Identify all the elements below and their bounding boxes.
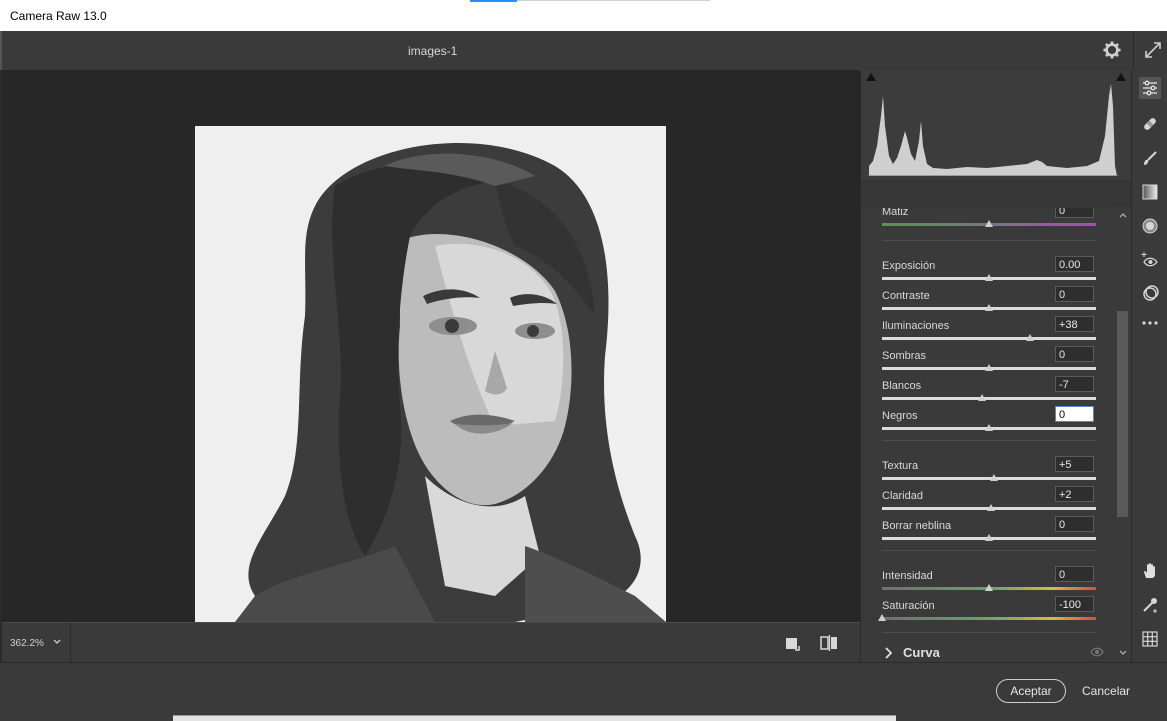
basic-adjustments-panel: Matiz 0 Exposición 0.00 Contraste 0 Iluminac… [861, 180, 1131, 662]
edit-sliders-icon[interactable] [1139, 77, 1161, 99]
slider-row-saturación[interactable]: Saturación -100 [878, 596, 1096, 630]
slider-label: Saturación [882, 600, 935, 612]
slider-label: Iluminaciones [882, 320, 950, 332]
slider-label: Textura [882, 460, 919, 472]
panel-separator [882, 550, 1096, 551]
slider-thumb[interactable] [985, 424, 993, 431]
eye-icon[interactable] [1090, 647, 1104, 657]
slider-row-borrar-neblina[interactable]: Borrar neblina 0 [882, 516, 1096, 550]
slider-label: Blancos [882, 380, 922, 392]
radial-filter-icon[interactable] [1139, 215, 1161, 237]
window-titlebar: Camera Raw 13.0 [0, 0, 1167, 31]
titlebar-divider [517, 0, 710, 1]
chevron-down-icon [53, 639, 61, 644]
section-curva[interactable]: Curva [861, 643, 1116, 662]
chevron-right-icon [885, 647, 893, 659]
header-divider [1133, 31, 1134, 70]
dialog-footer: Aceptar Cancelar [0, 662, 1167, 721]
section-label: Curva [903, 645, 940, 660]
slider-thumb[interactable] [985, 304, 993, 311]
slider-value-input[interactable]: 0 [1055, 566, 1094, 582]
portrait-image [195, 126, 666, 622]
slider-track[interactable] [882, 397, 1096, 400]
slider-value-input[interactable]: +5 [1055, 456, 1094, 472]
brush-icon[interactable] [1139, 147, 1161, 169]
slider-label: Claridad [882, 490, 923, 502]
slider-thumb[interactable] [978, 394, 986, 401]
slider-label: Sombras [882, 350, 927, 362]
scrollbar-thumb[interactable] [1117, 311, 1128, 517]
cancel-button[interactable]: Cancelar [1082, 679, 1142, 703]
histogram-plot [867, 84, 1119, 176]
slider-value-input[interactable]: +2 [1055, 486, 1094, 502]
slider-thumb[interactable] [985, 584, 993, 591]
file-name: images-1 [408, 44, 458, 58]
slider-track[interactable] [882, 617, 1096, 620]
slider-thumb[interactable] [878, 614, 886, 621]
panel-separator [882, 240, 1096, 241]
slider-row-negros[interactable]: Negros 0 [882, 406, 1096, 440]
scroll-down-icon[interactable] [1118, 649, 1128, 657]
slider-label: Negros [882, 410, 918, 422]
panel-top-cover [861, 180, 1131, 208]
highlight-clipping-icon[interactable] [1115, 72, 1127, 82]
slider-label: Intensidad [882, 570, 933, 582]
panel-scrollbar[interactable] [1115, 207, 1131, 662]
panel-separator [882, 632, 1096, 633]
slider-value-input[interactable]: -100 [1055, 596, 1094, 612]
image-canvas[interactable] [2, 70, 860, 622]
single-view-icon[interactable] [783, 633, 803, 653]
zoom-selector[interactable]: 362.2% [2, 623, 71, 663]
shadow-clipping-icon[interactable] [865, 72, 877, 82]
histogram [861, 70, 1131, 180]
slider-label: Exposición [882, 260, 936, 272]
slider-value-input[interactable]: -7 [1055, 376, 1094, 392]
fullscreen-icon[interactable] [1143, 40, 1163, 60]
gear-icon[interactable] [1103, 41, 1121, 59]
more-icon[interactable] [1139, 312, 1161, 334]
photo-preview [195, 126, 666, 622]
panel-separator [882, 440, 1096, 441]
slider-thumb[interactable] [985, 220, 993, 227]
slider-thumb[interactable] [985, 364, 993, 371]
slider-label: Contraste [882, 290, 930, 302]
slider-thumb[interactable] [1026, 334, 1034, 341]
editor-header: images-1 [0, 31, 1167, 70]
slider-value-input[interactable]: 0 [1055, 286, 1094, 302]
before-after-icon[interactable] [819, 633, 839, 653]
slider-thumb[interactable] [987, 504, 995, 511]
tools-sidebar [1131, 70, 1167, 662]
slider-thumb[interactable] [985, 534, 993, 541]
slider-track[interactable] [882, 477, 1096, 480]
red-eye-icon[interactable] [1139, 249, 1161, 271]
grid-icon[interactable] [1139, 628, 1161, 650]
slider-value-input[interactable]: 0 [1055, 346, 1094, 362]
zoom-value: 362.2% [10, 638, 44, 649]
background-window-edge [173, 715, 896, 721]
slider-value-input[interactable]: 0 [1055, 406, 1094, 422]
slider-value-input[interactable]: 0.00 [1055, 256, 1094, 272]
canvas-bottom-bar: 362.2% [2, 622, 860, 663]
slider-value-input[interactable]: 0 [1055, 516, 1094, 532]
slider-thumb[interactable] [985, 274, 993, 281]
slider-track[interactable] [882, 337, 1096, 340]
slider-thumb[interactable] [990, 474, 998, 481]
color-sampler-icon[interactable] [1139, 594, 1161, 616]
slider-label: Borrar neblina [882, 520, 952, 532]
gradient-icon[interactable] [1139, 181, 1161, 203]
scroll-up-icon[interactable] [1118, 211, 1128, 219]
slider-row-matiz[interactable]: Matiz 0 [882, 202, 1096, 236]
hand-icon[interactable] [1139, 560, 1161, 582]
slider-value-input[interactable]: +38 [1055, 316, 1094, 332]
healing-icon[interactable] [1139, 113, 1161, 135]
titlebar-accent [470, 0, 517, 2]
presets-icon[interactable] [1139, 283, 1161, 305]
window-title: Camera Raw 13.0 [10, 9, 107, 23]
accept-button[interactable]: Aceptar [996, 679, 1066, 703]
